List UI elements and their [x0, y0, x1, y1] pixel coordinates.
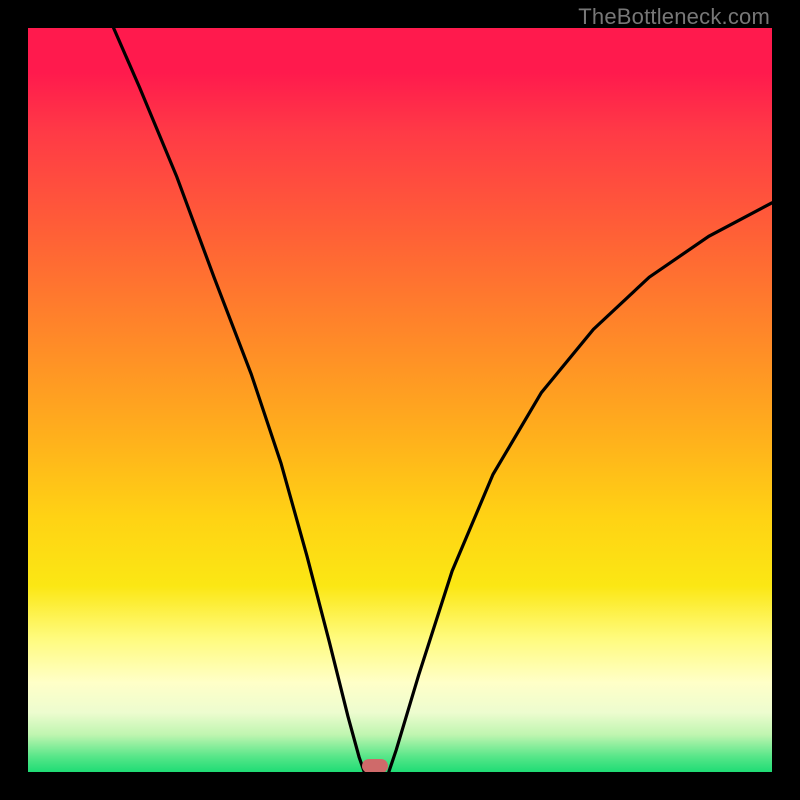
curve-left-path	[114, 28, 365, 772]
curve-right-path	[389, 203, 772, 772]
optimal-marker	[362, 759, 388, 772]
plot-area	[28, 28, 772, 772]
bottleneck-curve	[28, 28, 772, 772]
watermark-text: TheBottleneck.com	[578, 4, 770, 30]
chart-frame: TheBottleneck.com	[0, 0, 800, 800]
